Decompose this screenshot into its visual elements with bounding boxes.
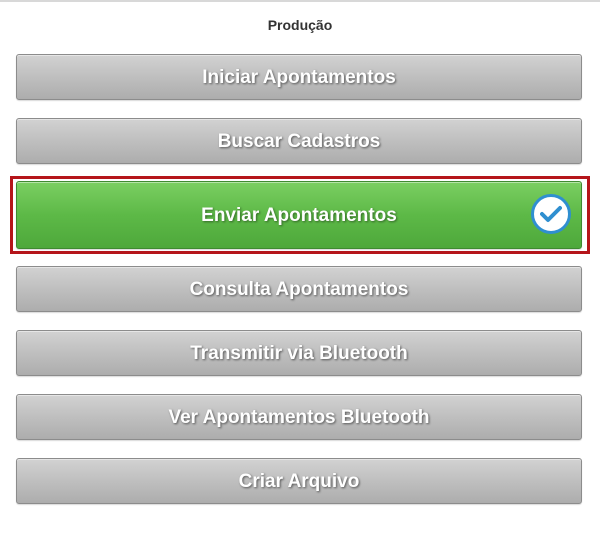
criar-arquivo-button[interactable]: Criar Arquivo xyxy=(16,458,582,504)
consulta-apontamentos-button[interactable]: Consulta Apontamentos xyxy=(16,266,582,312)
button-label: Buscar Cadastros xyxy=(217,131,381,152)
button-label: Transmitir via Bluetooth xyxy=(190,343,408,364)
transmitir-bluetooth-button[interactable]: Transmitir via Bluetooth xyxy=(16,330,582,376)
ver-apontamentos-bluetooth-button[interactable]: Ver Apontamentos Bluetooth xyxy=(16,394,582,440)
buscar-cadastros-button[interactable]: Buscar Cadastros xyxy=(16,118,582,164)
button-label: Enviar Apontamentos xyxy=(201,205,397,226)
button-label: Consulta Apontamentos xyxy=(189,279,409,300)
button-label: Iniciar Apontamentos xyxy=(202,67,396,88)
check-icon xyxy=(531,194,571,234)
button-label: Ver Apontamentos Bluetooth xyxy=(168,407,430,428)
button-label: Criar Arquivo xyxy=(238,471,360,492)
page-title: Produção xyxy=(267,17,333,33)
iniciar-apontamentos-button[interactable]: Iniciar Apontamentos xyxy=(16,54,582,100)
enviar-apontamentos-button[interactable]: Enviar Apontamentos xyxy=(16,181,582,249)
top-divider xyxy=(0,0,600,2)
